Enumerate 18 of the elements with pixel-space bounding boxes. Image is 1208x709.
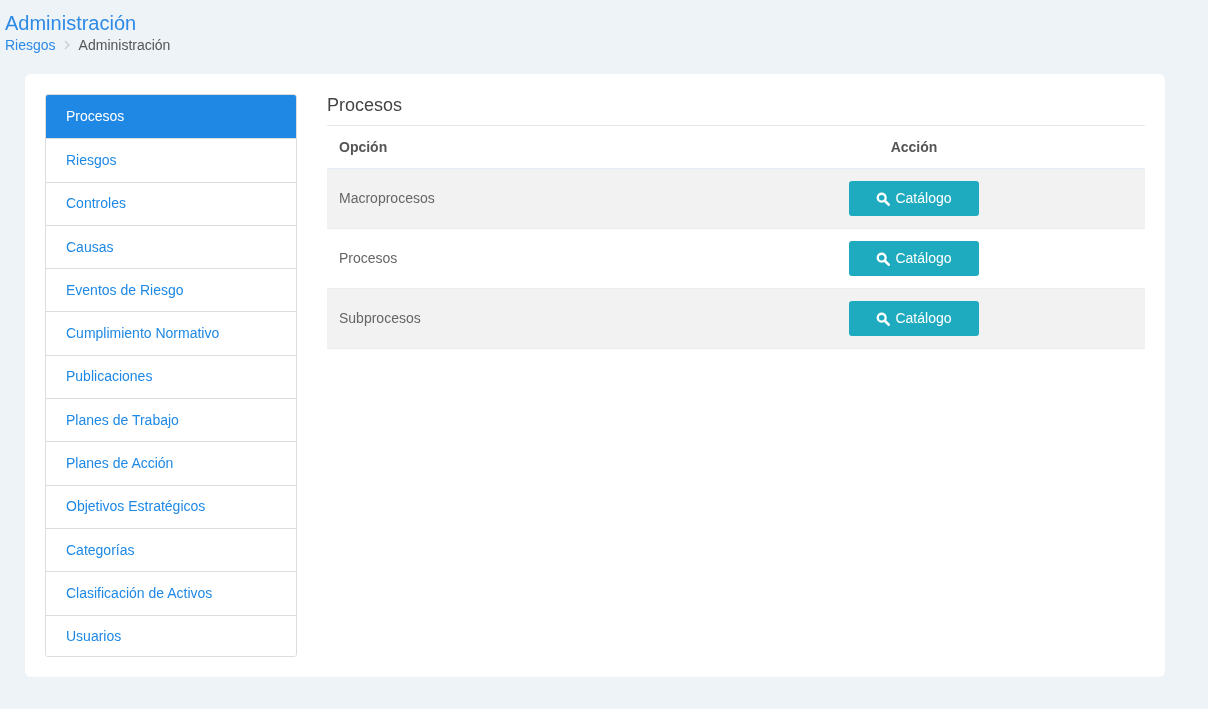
catalog-button[interactable]: Catálogo: [849, 181, 979, 216]
breadcrumb-link[interactable]: Riesgos: [5, 36, 56, 54]
page-title: Administración: [5, 11, 138, 35]
search-icon: [876, 191, 891, 206]
column-header: Acción: [889, 137, 939, 157]
column-header: Opción: [338, 137, 389, 157]
sidebar-item[interactable]: Usuarios: [46, 614, 296, 656]
breadcrumb-current: Administración: [78, 36, 171, 54]
search-icon: [876, 251, 891, 266]
table-cell-text: Subprocesos: [338, 309, 422, 328]
sidebar-item[interactable]: Procesos: [46, 95, 296, 139]
table-cell-text: Macroprocesos: [338, 189, 436, 208]
panel-title: Procesos: [327, 94, 1145, 126]
catalog-button[interactable]: Catálogo: [849, 301, 979, 336]
table-cell-text: Procesos: [338, 249, 399, 268]
chevron-icon: [63, 40, 71, 50]
catalog-button[interactable]: Catálogo: [849, 241, 979, 276]
search-icon: [876, 311, 891, 326]
